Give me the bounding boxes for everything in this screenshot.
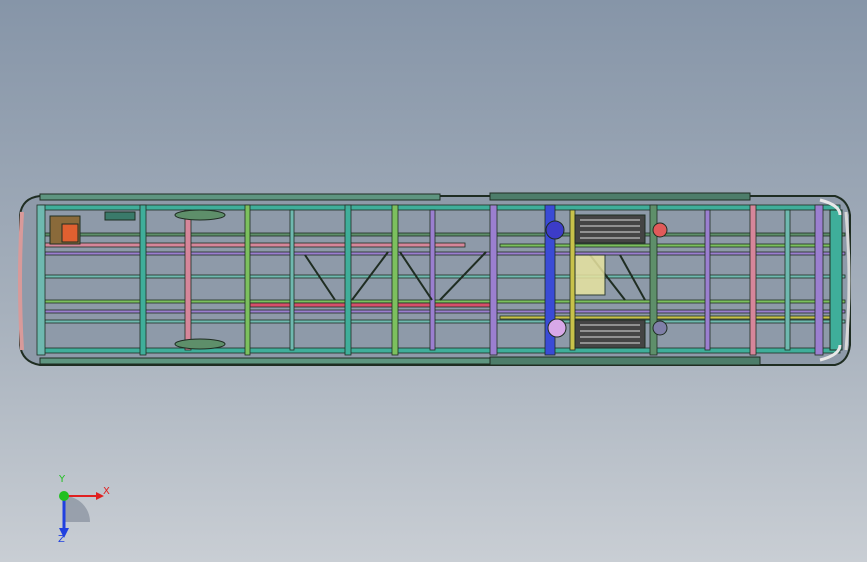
- y-axis-label: Y: [59, 474, 66, 485]
- z-axis-label: Z: [58, 534, 65, 545]
- coordinate-triad: X Y Z: [48, 474, 118, 552]
- graphics-viewport[interactable]: X Y Z: [0, 0, 867, 562]
- y-axis-dot: [59, 491, 69, 501]
- chassis-model[interactable]: [0, 0, 867, 562]
- x-axis-label: X: [103, 486, 110, 497]
